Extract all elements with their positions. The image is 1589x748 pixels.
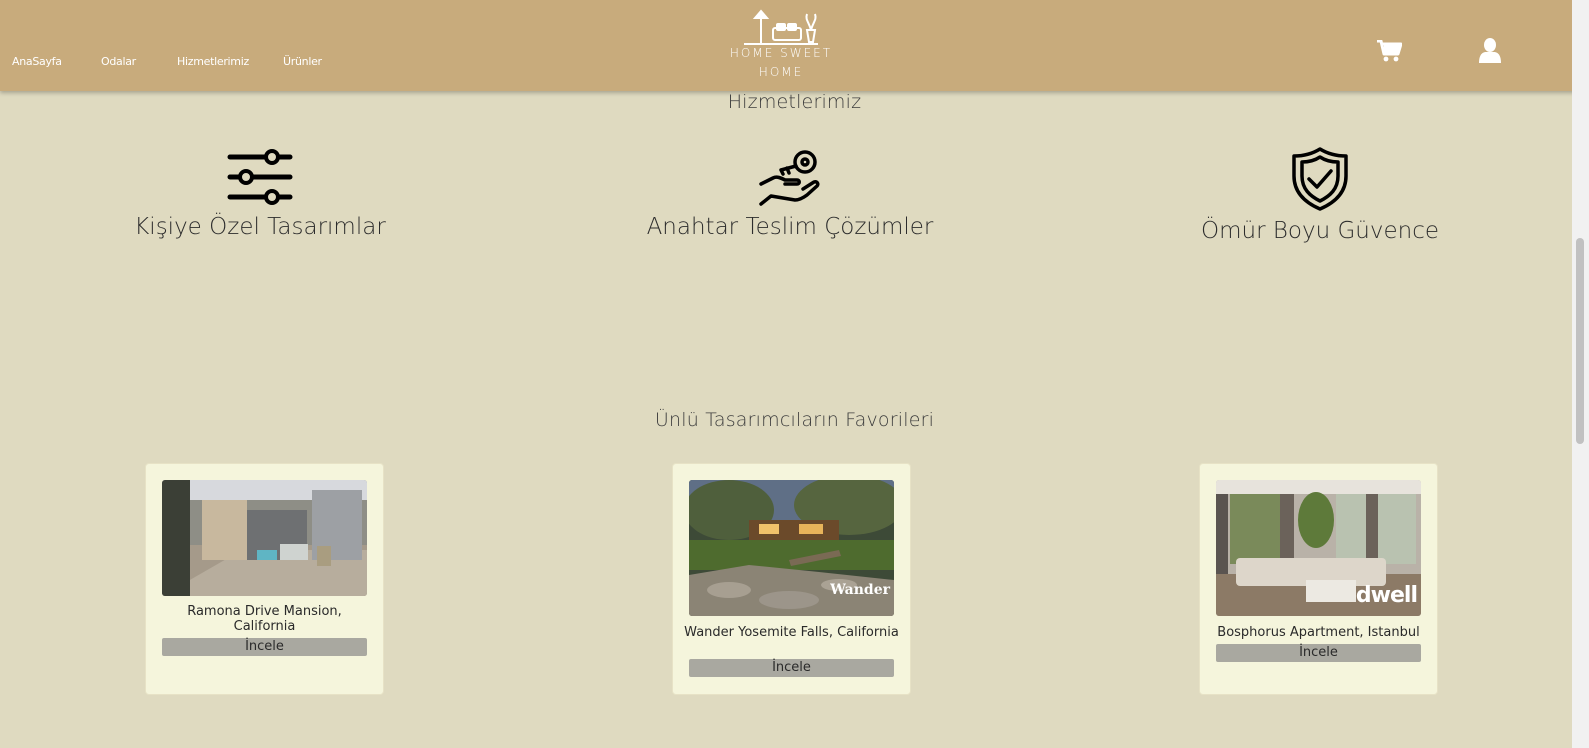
service-label: Kişiye Özel Tasarımlar xyxy=(134,214,386,240)
card-title: Ramona Drive Mansion, California xyxy=(187,604,342,634)
favorites-title: Ünlü Tasarımcıların Favorileri xyxy=(654,409,935,431)
house-photo: Wander xyxy=(689,480,894,616)
nav-link-anasayfa[interactable]: AnaSayfa xyxy=(12,55,62,68)
cart-icon[interactable] xyxy=(1377,39,1403,66)
card-title: Bosphorus Apartment, Istanbul xyxy=(1217,625,1420,640)
furniture-logo-icon xyxy=(744,9,818,45)
card-title: Wander Yosemite Falls, California xyxy=(684,625,899,640)
vertical-scrollbar[interactable] xyxy=(1572,0,1589,748)
key-in-hand-icon xyxy=(759,150,820,206)
favorite-card-bosphorus: dwell Bosphorus Apartment, Istanbul İnce… xyxy=(1199,463,1438,695)
favorite-card-ramona: Ramona Drive Mansion, California İncele xyxy=(145,463,384,695)
dwell-watermark: dwell xyxy=(1355,583,1418,608)
service-custom-design: Kişiye Özel Tasarımlar xyxy=(130,146,390,240)
sliders-icon xyxy=(227,149,293,205)
logo-text-line2: HOME xyxy=(758,65,804,79)
service-label: Anahtar Teslim Çözümler xyxy=(646,214,934,240)
shield-check-icon xyxy=(1292,147,1348,211)
house-photo: dwell xyxy=(1216,480,1421,616)
nav-link-odalar[interactable]: Odalar xyxy=(101,55,136,68)
house-photo xyxy=(162,480,367,596)
user-icon[interactable] xyxy=(1479,38,1501,67)
inspect-button[interactable]: İncele xyxy=(1216,644,1421,662)
top-navbar: AnaSayfa Odalar Hizmetlerimiz Ürünler HO… xyxy=(0,0,1589,91)
nav-link-urunler[interactable]: Ürünler xyxy=(283,55,322,68)
nav-link-hizmetlerimiz[interactable]: Hizmetlerimiz xyxy=(177,55,249,68)
service-turnkey: Anahtar Teslim Çözümler xyxy=(640,146,940,240)
site-logo[interactable]: HOME SWEET HOME xyxy=(729,8,833,84)
service-lifetime-warranty: Ömür Boyu Güvence xyxy=(1190,146,1450,244)
wander-watermark: Wander xyxy=(830,582,890,598)
inspect-button[interactable]: İncele xyxy=(689,659,894,677)
services-title: Hizmetlerimiz xyxy=(727,91,862,113)
favorite-card-wander: Wander Wander Yosemite Falls, California… xyxy=(672,463,911,695)
scrollbar-thumb[interactable] xyxy=(1576,238,1584,444)
service-label: Ömür Boyu Güvence xyxy=(1200,218,1440,244)
inspect-button[interactable]: İncele xyxy=(162,638,367,656)
logo-text-line1: HOME SWEET xyxy=(729,46,833,60)
